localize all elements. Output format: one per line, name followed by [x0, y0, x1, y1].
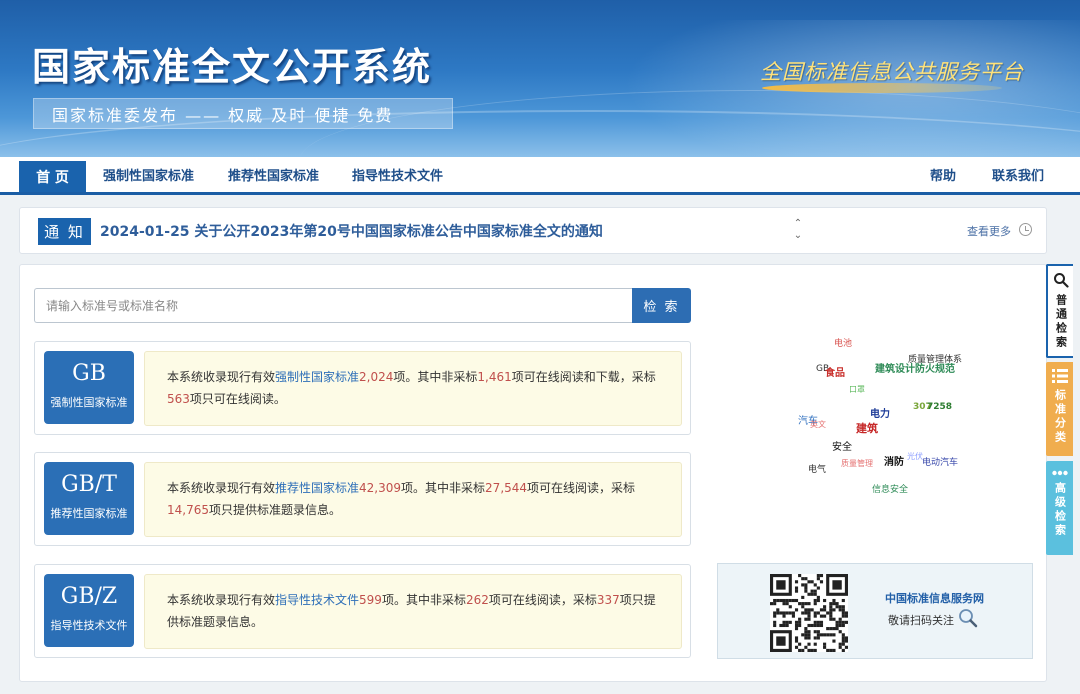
notice-bar: 通 知 2024-01-25 关于公开2023年第20号中国国家标准公告中国家标…	[19, 207, 1047, 254]
platform-title: 全国标准信息公共服务平台	[760, 60, 1024, 84]
standard-badge-gb[interactable]: GB 强制性国家标准	[44, 351, 134, 424]
standard-type-link[interactable]: 推荐性国家标准	[275, 481, 359, 495]
side-tab-label: 标准分类	[1053, 389, 1067, 445]
cloud-keyword[interactable]: 食品	[825, 364, 845, 379]
cloud-keyword[interactable]: 英文	[810, 419, 826, 430]
notice-link[interactable]: 2024-01-25 关于公开2023年第20号中国国家标准公告中国家标准全文的…	[100, 221, 603, 241]
cloud-keyword[interactable]: 电动汽车	[922, 455, 958, 468]
magnifier-icon	[959, 609, 978, 628]
clock-icon	[1019, 223, 1032, 236]
qr-code-image	[770, 574, 848, 652]
side-tab-advanced-search[interactable]: 高级检索	[1046, 461, 1073, 555]
search-button[interactable]: 检 索	[632, 288, 691, 323]
desc-text: 项。其中非采标	[393, 370, 478, 384]
nav-contact[interactable]: 联系我们	[992, 157, 1044, 192]
standard-label: 推荐性国家标准	[50, 507, 128, 520]
desc-text: 本系统收录现行有效	[167, 593, 276, 607]
standard-card-gb: GB 强制性国家标准 本系统收录现行有效强制性国家标准2,024项。其中非采标1…	[34, 341, 691, 435]
standard-description: 本系统收录现行有效强制性国家标准2,024项。其中非采标1,461项可在线阅读和…	[144, 351, 682, 426]
side-tab-category[interactable]: 标准分类	[1046, 362, 1073, 456]
desc-text: 本系统收录现行有效	[167, 370, 276, 384]
side-tab-normal-search[interactable]: 普通检索	[1046, 264, 1073, 358]
side-tab-label: 高级检索	[1053, 482, 1067, 538]
standard-code: GB/T	[61, 472, 117, 497]
standard-badge-gbt[interactable]: GB/T 推荐性国家标准	[44, 462, 134, 535]
cloud-keyword[interactable]: 信息安全	[872, 482, 908, 495]
nav-mandatory[interactable]: 强制性国家标准	[103, 157, 194, 192]
chevron-down-icon[interactable]: ⌄	[791, 230, 805, 242]
standard-label: 指导性技术文件	[50, 619, 128, 632]
desc-text: 项可在线阅读和下载，采标	[511, 370, 656, 384]
view-more-link[interactable]: 查看更多	[967, 223, 1011, 239]
nonadopted-count: 262	[465, 593, 489, 607]
adopted-count: 14,765	[167, 503, 209, 517]
standard-card-gbz: GB/Z 指导性技术文件 本系统收录现行有效指导性技术文件599项。其中非采标2…	[34, 564, 691, 658]
nav-recommended[interactable]: 推荐性国家标准	[228, 157, 319, 192]
nonadopted-count: 27,544	[485, 481, 528, 495]
total-count: 2,024	[359, 370, 394, 384]
search-icon	[1053, 273, 1069, 288]
desc-text: 本系统收录现行有效	[167, 481, 276, 495]
search-input[interactable]	[34, 288, 633, 323]
desc-text: 项。其中非采标	[381, 593, 466, 607]
cloud-keyword[interactable]: 电气	[808, 462, 826, 475]
cloud-keyword[interactable]: 7258	[927, 402, 952, 412]
qr-site-name: 中国标准信息服务网	[885, 592, 984, 605]
site-subtitle: 国家标准委发布 —— 权威 及时 便捷 免费	[33, 98, 453, 129]
cloud-keyword[interactable]: 消防	[884, 453, 904, 468]
side-tab-label: 普通检索	[1054, 294, 1068, 350]
standard-description: 本系统收录现行有效推荐性国家标准42,309项。其中非采标27,544项可在线阅…	[144, 462, 682, 537]
standard-code: GB/Z	[60, 584, 118, 609]
header-banner: 国家标准全文公开系统 国家标准委发布 —— 权威 及时 便捷 免费 全国标准信息…	[0, 0, 1080, 157]
nav-help[interactable]: 帮助	[930, 157, 956, 192]
platform-swoosh	[762, 83, 1002, 93]
nav-guidance[interactable]: 指导性技术文件	[352, 157, 443, 192]
chevron-up-icon[interactable]: ⌃	[791, 218, 805, 230]
nonadopted-count: 1,461	[477, 370, 512, 384]
desc-text: 项可在线阅读，采标	[527, 481, 636, 495]
standard-code: GB	[72, 361, 106, 386]
adopted-count: 563	[167, 392, 190, 406]
total-count: 599	[359, 593, 382, 607]
nav-home[interactable]: 首 页	[19, 161, 86, 192]
desc-text: 项只可在线阅读。	[189, 392, 286, 406]
notice-tag: 通 知	[38, 218, 91, 245]
total-count: 42,309	[359, 481, 402, 495]
cloud-keyword[interactable]: 电力	[870, 405, 890, 420]
desc-text: 项可在线阅读，采标	[488, 593, 597, 607]
adopted-count: 337	[596, 593, 620, 607]
desc-text: 项。其中非采标	[401, 481, 486, 495]
standard-card-gbt: GB/T 推荐性国家标准 本系统收录现行有效推荐性国家标准42,309项。其中非…	[34, 452, 691, 546]
notice-scroll-arrows[interactable]: ⌃ ⌄	[791, 218, 805, 242]
list-icon	[1051, 369, 1068, 383]
cloud-keyword[interactable]: 光伏	[907, 451, 923, 462]
cloud-keyword[interactable]: 安全	[832, 438, 852, 453]
standard-type-link[interactable]: 强制性国家标准	[275, 370, 359, 384]
qr-code-panel: 中国标准信息服务网 敬请扫码关注	[717, 563, 1033, 659]
desc-text: 项只提供标准题录信息。	[209, 503, 342, 517]
standard-badge-gbz[interactable]: GB/Z 指导性技术文件	[44, 574, 134, 647]
standard-description: 本系统收录现行有效指导性技术文件599项。其中非采标262项可在线阅读，采标33…	[144, 574, 682, 649]
standard-type-link[interactable]: 指导性技术文件	[275, 593, 359, 607]
standard-label: 强制性国家标准	[50, 396, 128, 409]
cloud-keyword[interactable]: 建筑设计防火规范	[875, 360, 955, 375]
main-nav: 首 页 强制性国家标准 推荐性国家标准 指导性技术文件 帮助 联系我们	[0, 157, 1080, 195]
cloud-keyword[interactable]: 质量管理	[841, 458, 873, 469]
main-panel: 检 索 GB 强制性国家标准 本系统收录现行有效强制性国家标准2,024项。其中…	[19, 264, 1047, 682]
cloud-keyword[interactable]: 口罩	[849, 384, 865, 395]
subtitle-text: 国家标准委发布 —— 权威 及时 便捷 免费	[52, 105, 394, 125]
more-dots-icon	[1051, 470, 1068, 476]
qr-tip: 敬请扫码关注	[888, 614, 954, 627]
cloud-keyword[interactable]: 电池	[834, 336, 852, 349]
cloud-keyword[interactable]: 建筑	[856, 420, 878, 436]
site-title: 国家标准全文公开系统	[32, 44, 433, 89]
